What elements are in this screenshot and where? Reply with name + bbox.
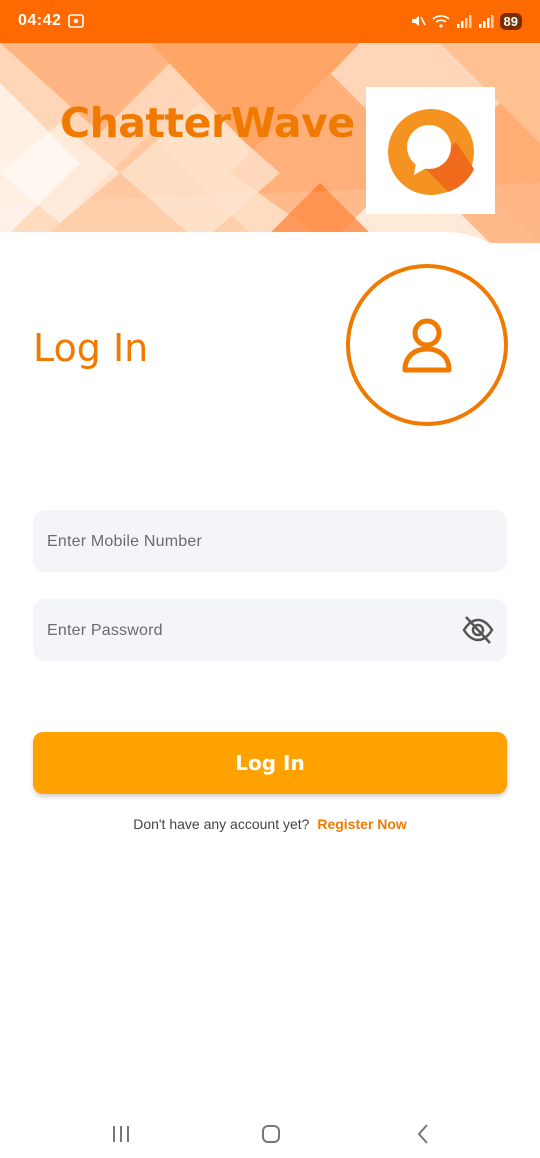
eye-off-icon[interactable]: [461, 613, 495, 647]
battery-indicator: 89: [499, 12, 522, 30]
back-icon[interactable]: [408, 1122, 438, 1146]
recents-icon[interactable]: [106, 1122, 136, 1146]
logo-container: [366, 87, 495, 214]
mute-icon: [411, 16, 426, 26]
status-bar: 04:42 89: [0, 0, 540, 43]
register-prompt: Don't have any account yet?: [133, 816, 310, 832]
chat-bubble-logo-icon: [388, 109, 474, 195]
page-title: Log In: [33, 326, 149, 370]
mobile-field[interactable]: [33, 510, 507, 574]
header-banner: ChatterWave: [0, 43, 540, 243]
register-prompt-line: Don't have any account yet? Register Now: [0, 816, 540, 832]
status-time: 04:42: [18, 12, 62, 29]
signal-icon: [456, 15, 472, 28]
password-field[interactable]: [33, 599, 507, 663]
password-input[interactable]: [45, 599, 459, 663]
app-title: ChatterWave: [60, 99, 355, 147]
status-icons: 89: [410, 11, 522, 31]
register-link[interactable]: Register Now: [317, 816, 406, 832]
system-nav-bar: [0, 1110, 540, 1158]
home-icon[interactable]: [256, 1122, 286, 1146]
screen-record-icon: [68, 14, 84, 28]
avatar: [346, 264, 508, 426]
user-icon: [402, 318, 452, 373]
signal-icon-2: [478, 15, 494, 28]
login-button[interactable]: Log In: [33, 732, 507, 794]
wifi-icon: [431, 15, 450, 28]
mobile-input[interactable]: [45, 510, 459, 574]
